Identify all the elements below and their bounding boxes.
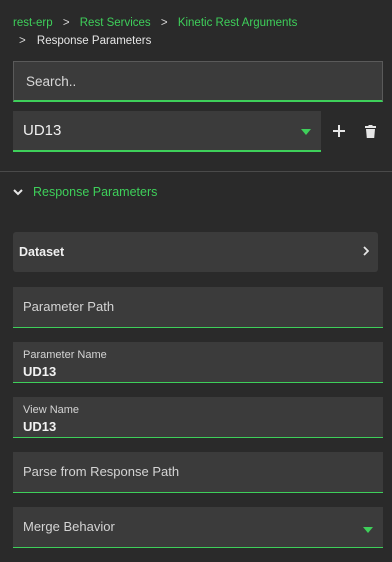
- parameter-path-placeholder: Parameter Path: [23, 299, 115, 314]
- breadcrumb: rest-erp > Rest Services > Kinetic Rest …: [13, 14, 383, 50]
- parameter-name-field[interactable]: Parameter Name UD13: [13, 342, 383, 383]
- search-input[interactable]: [24, 72, 382, 90]
- merge-behavior-placeholder: Merge Behavior: [23, 519, 115, 534]
- caret-down-icon[interactable]: [363, 527, 373, 533]
- delete-button[interactable]: [361, 122, 379, 140]
- breadcrumb-separator: >: [62, 17, 70, 29]
- breadcrumb-current: Response Parameters: [36, 35, 152, 47]
- response-parameters-toggle[interactable]: Response Parameters: [13, 182, 157, 202]
- add-button[interactable]: [330, 122, 348, 140]
- parse-from-response-path-placeholder: Parse from Response Path: [23, 464, 180, 479]
- trash-icon: [364, 124, 376, 138]
- breadcrumb-item-rest-services[interactable]: Rest Services: [80, 17, 151, 29]
- search-box[interactable]: [13, 61, 383, 102]
- plus-icon: [333, 125, 345, 137]
- breadcrumb-item-kinetic-rest-arguments[interactable]: Kinetic Rest Arguments: [178, 17, 298, 29]
- chevron-right-icon: [363, 246, 369, 256]
- parameter-name-value: UD13: [23, 364, 57, 379]
- caret-down-icon[interactable]: [301, 129, 311, 135]
- dataset-label: Dataset: [19, 245, 65, 259]
- section-title: Response Parameters: [33, 185, 158, 199]
- parameter-path-field[interactable]: Parameter Path: [13, 287, 383, 328]
- chevron-down-icon: [13, 188, 23, 196]
- parse-from-response-path-field[interactable]: Parse from Response Path: [13, 452, 383, 493]
- parameter-name-label: Parameter Name: [23, 349, 107, 361]
- breadcrumb-separator: >: [19, 35, 26, 47]
- breadcrumb-separator: >: [160, 17, 168, 29]
- view-name-value: UD13: [23, 419, 57, 434]
- divider: [0, 171, 392, 172]
- record-select-value: UD13: [23, 122, 62, 139]
- view-name-field[interactable]: View Name UD13: [13, 397, 383, 438]
- dataset-row[interactable]: Dataset: [13, 232, 378, 272]
- view-name-label: View Name: [23, 404, 80, 416]
- merge-behavior-select[interactable]: Merge Behavior: [13, 507, 383, 548]
- record-select[interactable]: UD13: [13, 111, 321, 152]
- breadcrumb-item-rest-erp[interactable]: rest-erp: [13, 17, 53, 29]
